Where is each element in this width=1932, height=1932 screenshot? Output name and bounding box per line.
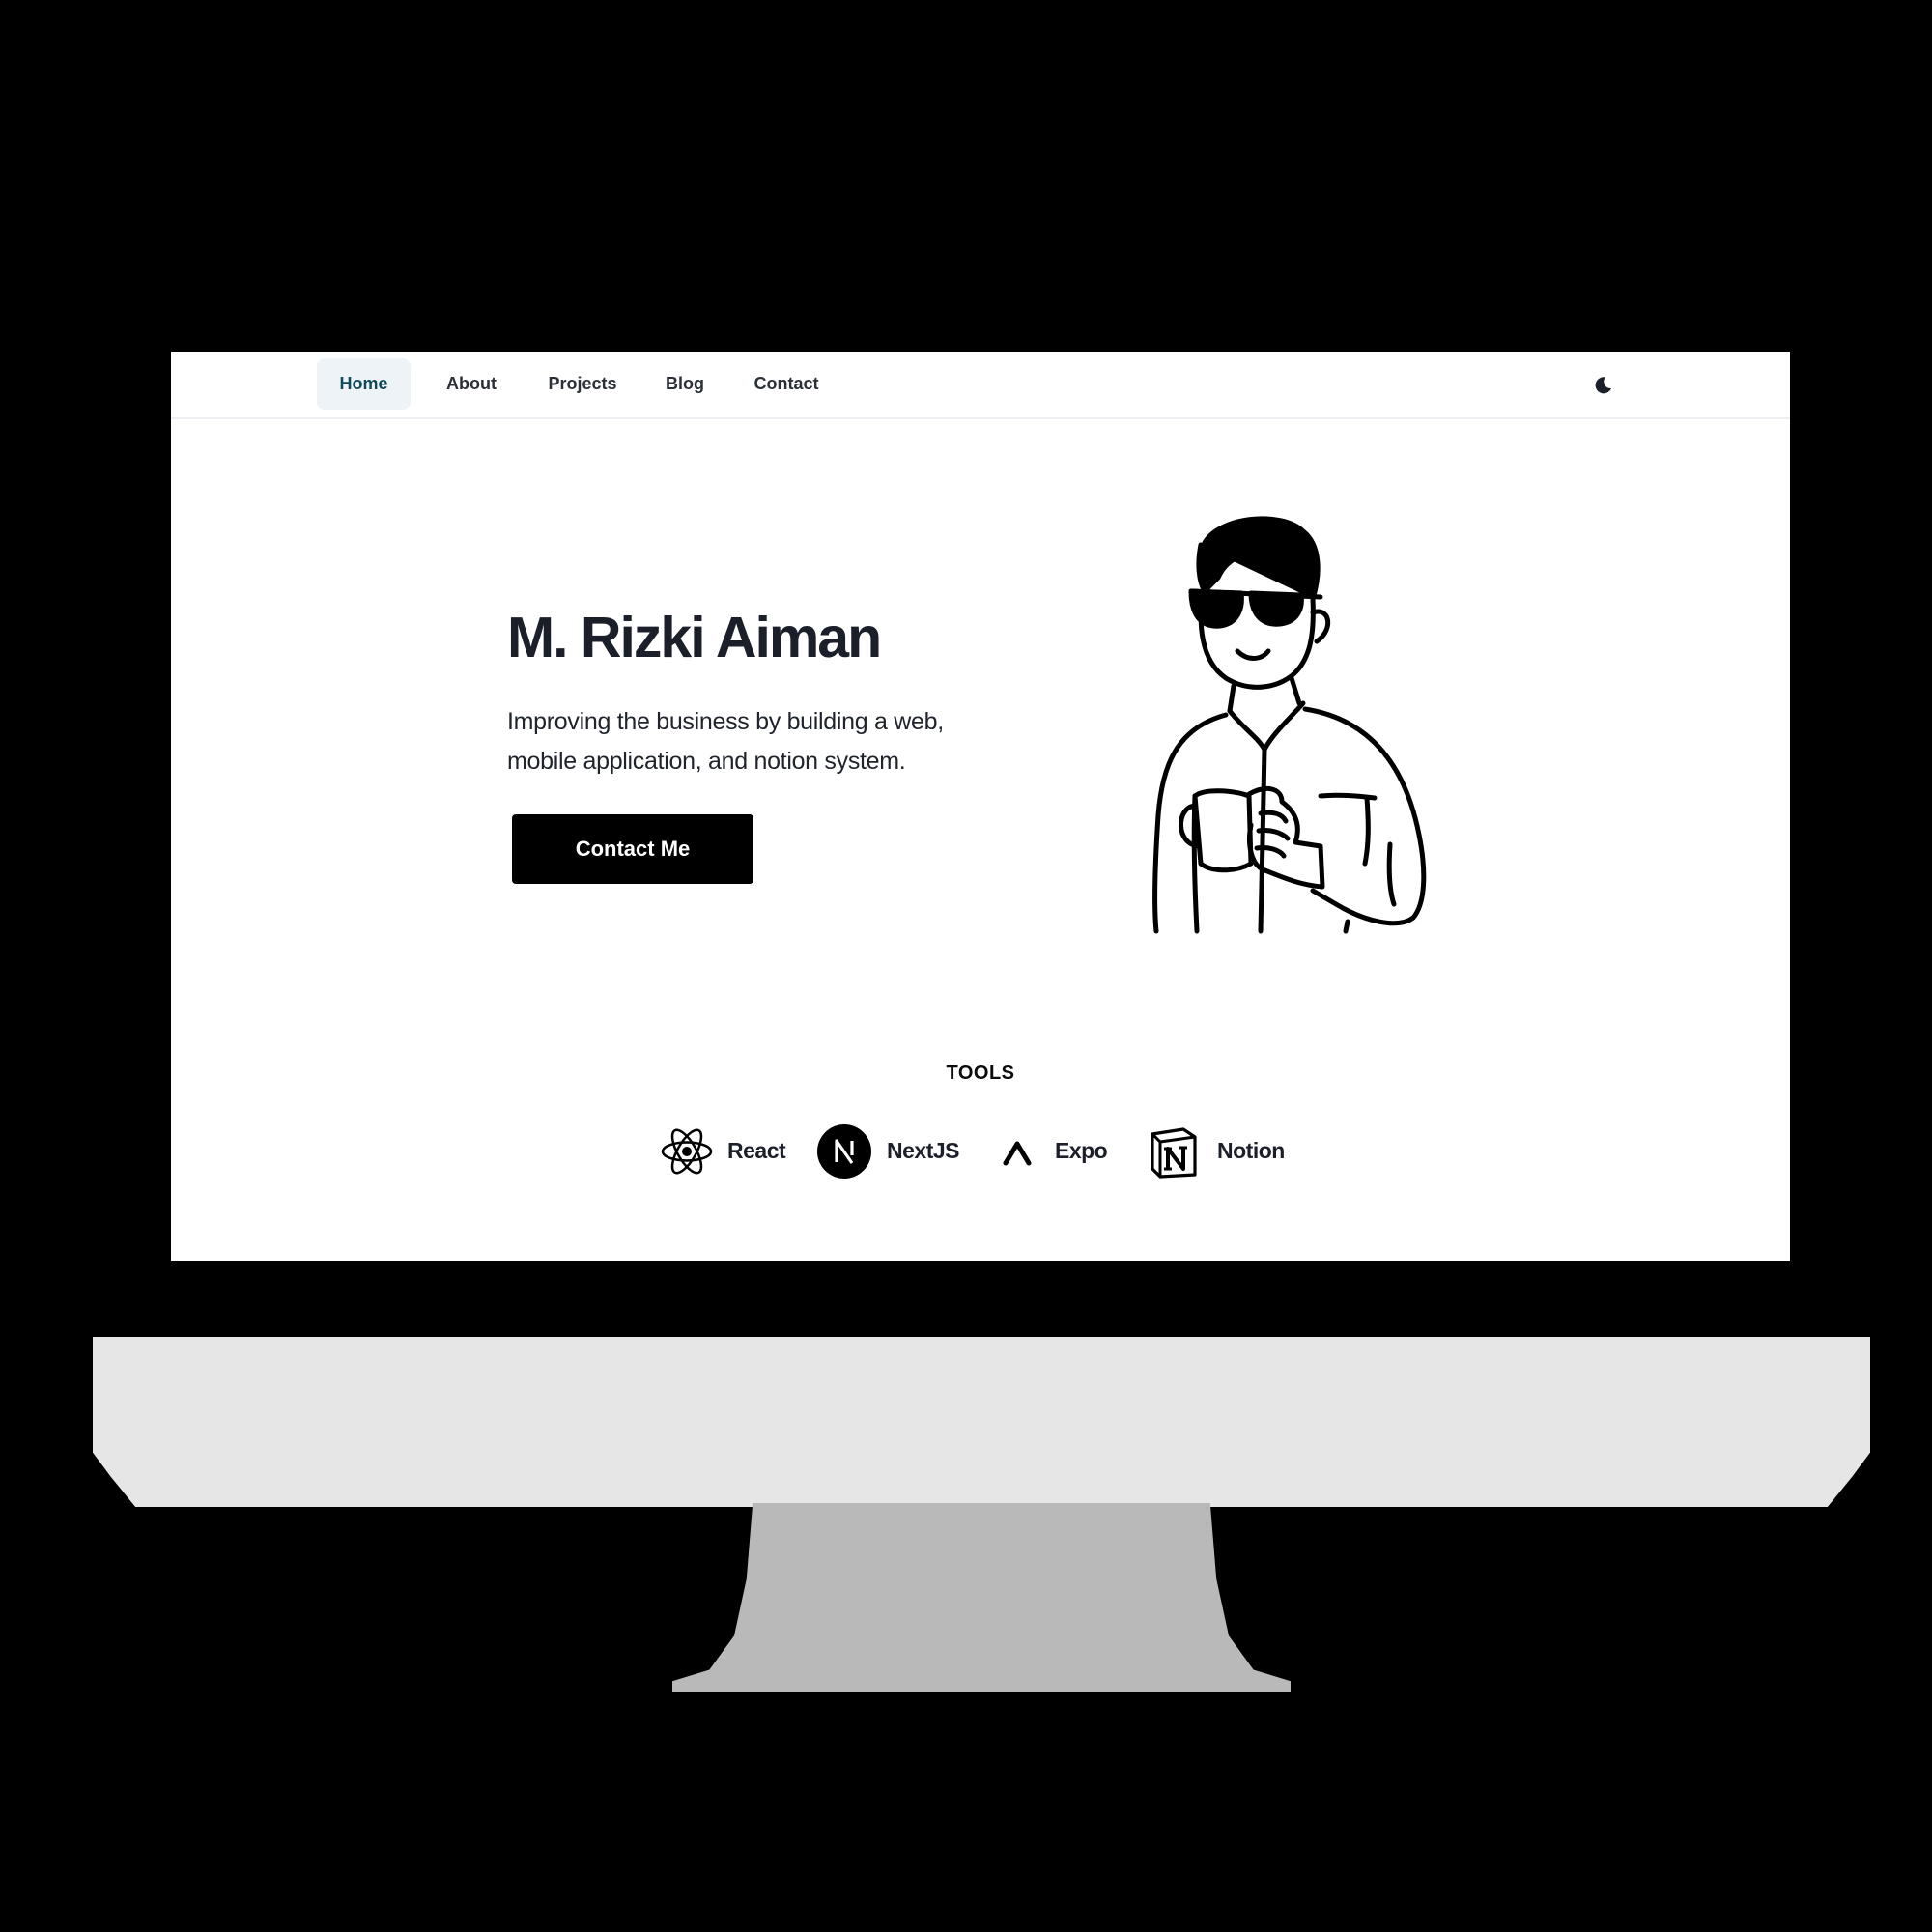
moon-icon [1595,377,1611,394]
nav-blog[interactable]: Blog [654,358,716,410]
monitor-screen: Home About Projects Blog Contact M. Rizk… [171,352,1790,1261]
hero-name: M. Rizki Aiman [507,606,882,669]
top-navbar: Home About Projects Blog Contact [171,352,1790,419]
monitor-stand [672,1503,1291,1692]
nav-home[interactable]: Home [317,358,411,410]
tool-label: React [727,1138,786,1163]
nav-contact[interactable]: Contact [741,358,832,410]
monitor-chin [93,1337,1870,1507]
tool-label: NextJS [887,1138,959,1163]
expo-icon [1003,1141,1032,1166]
tools-title: TOOLS [946,1063,1015,1084]
contact-me-button[interactable]: Contact Me [512,814,753,884]
react-icon [661,1128,713,1175]
man-with-sunglasses-illustration [1152,516,1427,934]
notion-icon [1151,1127,1197,1179]
nav-about[interactable]: About [434,358,509,410]
theme-toggle-button[interactable] [1587,368,1620,401]
nav-projects[interactable]: Projects [536,358,629,410]
hero-tagline: Improving the business by building a web… [507,708,944,775]
tool-label: Expo [1055,1138,1108,1163]
nextjs-icon [817,1124,871,1179]
tool-label: Notion [1217,1138,1285,1163]
